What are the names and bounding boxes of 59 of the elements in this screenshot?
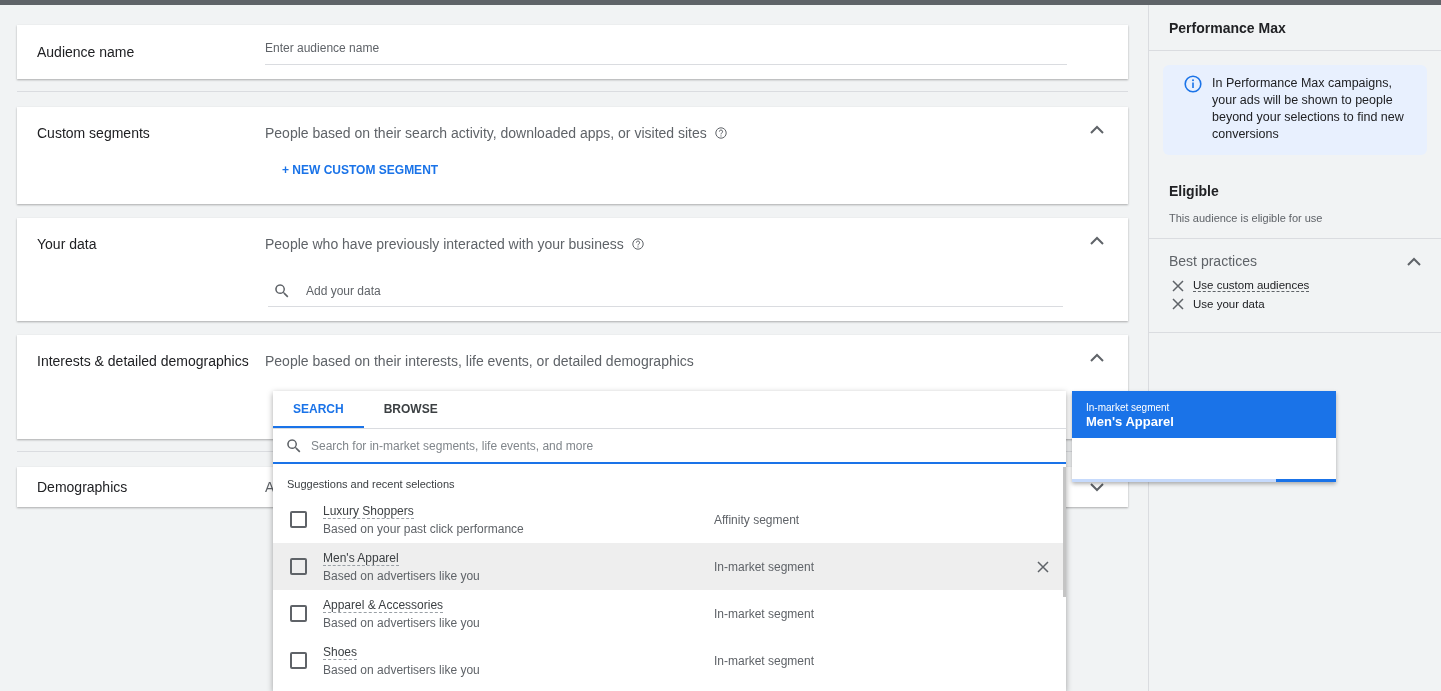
search-icon bbox=[285, 436, 303, 455]
collapse-chevron-icon[interactable] bbox=[1090, 353, 1104, 362]
segment-name: Men's Apparel bbox=[323, 550, 399, 566]
add-data-search-field[interactable]: Add your data bbox=[268, 278, 1063, 307]
section-description: People based on their search activity, downloaded apps, or visited sites bbox=[265, 125, 707, 141]
info-text: In Performance Max campaigns, your ads will be shown to people beyond your selections to find new conversions bbox=[1212, 75, 1405, 143]
search-icon bbox=[273, 282, 291, 300]
section-title: Demographics bbox=[37, 479, 129, 495]
section-description: People who have previously interacted with your business bbox=[265, 236, 624, 252]
section-description: People based on their interests, life events, or detailed demographics bbox=[265, 353, 694, 369]
audience-name-field[interactable]: Enter audience name bbox=[265, 33, 1067, 65]
status-note: This audience is eligible for use bbox=[1169, 212, 1324, 224]
section-title: Custom segments bbox=[37, 125, 151, 141]
segment-note: Based on advertisers like you bbox=[323, 615, 481, 630]
info-icon bbox=[1184, 75, 1202, 93]
segment-row[interactable]: Luxury Shoppers Based on your past click performance Affinity segment bbox=[273, 496, 1066, 543]
segment-row[interactable]: Shoes Based on advertisers like you In-market segment bbox=[273, 637, 1066, 684]
checkbox[interactable] bbox=[290, 558, 307, 575]
status-title: Eligible bbox=[1169, 183, 1220, 199]
expand-chevron-icon[interactable] bbox=[1090, 482, 1104, 492]
segment-type: In-market segment bbox=[714, 559, 816, 574]
segment-note: Based on your past click performance bbox=[323, 521, 525, 536]
segment-name: Shoes bbox=[323, 644, 358, 660]
practice-link[interactable]: Use custom audiences bbox=[1193, 279, 1310, 292]
segment-type: Affinity segment bbox=[714, 512, 801, 527]
audience-name-input[interactable]: Enter audience name bbox=[265, 40, 1067, 55]
cross-icon bbox=[1172, 298, 1184, 310]
checkbox[interactable] bbox=[290, 652, 307, 669]
collapse-chevron-icon[interactable] bbox=[1090, 125, 1104, 134]
practice-text: Use your data bbox=[1193, 298, 1265, 310]
list-heading: Suggestions and recent selections bbox=[286, 477, 456, 492]
collapse-chevron-icon[interactable] bbox=[1090, 236, 1104, 245]
field-label: Audience name bbox=[37, 44, 136, 60]
segment-row[interactable]: Men's Apparel Based on advertisers like you In-market segment bbox=[273, 543, 1066, 590]
segment-note: Based on advertisers like you bbox=[323, 662, 481, 677]
tooltip-title: Men's Apparel bbox=[1086, 414, 1175, 429]
segment-name: Apparel & Accessories bbox=[323, 597, 444, 613]
collapse-chevron-icon[interactable] bbox=[1407, 256, 1421, 266]
segment-type: In-market segment bbox=[714, 653, 816, 668]
segment-type: In-market segment bbox=[714, 606, 816, 621]
segment-search-field[interactable]: Search for in-market segments, life events, and more bbox=[273, 429, 1066, 464]
tooltip-type: In-market segment bbox=[1086, 402, 1171, 413]
checkbox[interactable] bbox=[290, 511, 307, 528]
checkbox[interactable] bbox=[290, 605, 307, 622]
segment-name: Luxury Shoppers bbox=[323, 503, 414, 519]
close-icon[interactable] bbox=[1037, 560, 1049, 573]
cross-icon bbox=[1172, 279, 1184, 292]
help-icon[interactable] bbox=[714, 127, 727, 139]
help-icon[interactable] bbox=[631, 238, 644, 250]
segment-row[interactable]: Apparel & Accessories Based on advertisers like you In-market segment bbox=[273, 590, 1066, 637]
best-practices-title: Best practices bbox=[1169, 253, 1257, 269]
picker-tab[interactable]: SEARCH bbox=[273, 391, 364, 428]
panel-title: Performance Max bbox=[1149, 5, 1441, 51]
section-title: Your data bbox=[37, 236, 98, 252]
add-data-input[interactable]: Add your data bbox=[304, 283, 1063, 299]
section-title: Interests & detailed demographics bbox=[37, 353, 250, 369]
picker-tab[interactable]: BROWSE bbox=[363, 391, 458, 428]
new-custom-segment-button[interactable]: + NEW CUSTOM SEGMENT bbox=[265, 159, 439, 177]
segment-note: Based on advertisers like you bbox=[323, 568, 481, 583]
